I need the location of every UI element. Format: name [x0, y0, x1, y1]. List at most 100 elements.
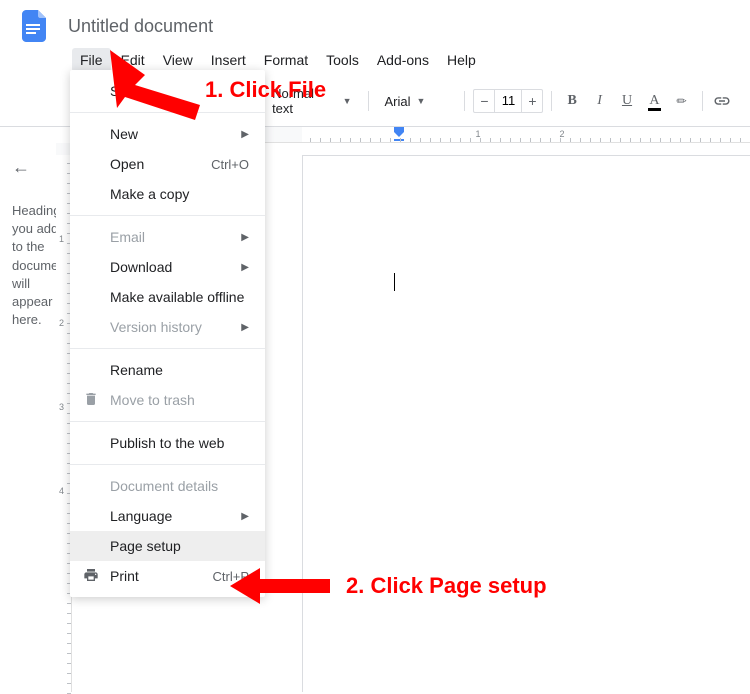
menu-divider	[70, 215, 265, 216]
toolbar-separator	[368, 91, 369, 111]
document-page[interactable]	[302, 155, 750, 692]
file-menu-make-a-copy[interactable]: Make a copy	[70, 179, 265, 209]
file-menu-make-available-offline[interactable]: Make available offline	[70, 282, 265, 312]
ruler-tick	[710, 138, 711, 142]
menu-item-label: Open	[110, 156, 144, 172]
docs-logo-icon[interactable]	[16, 8, 52, 44]
ruler-tick	[660, 138, 661, 142]
ruler-tick	[67, 633, 71, 634]
file-menu-document-details: Document details	[70, 471, 265, 501]
file-menu-rename[interactable]: Rename	[70, 355, 265, 385]
font-size-increase[interactable]: +	[522, 90, 542, 112]
menu-divider	[70, 348, 265, 349]
ruler-tick	[67, 603, 71, 604]
ruler-tick	[640, 138, 641, 142]
toolbar-separator	[551, 91, 552, 111]
font-size-stepper: − 11 +	[473, 89, 543, 113]
ruler-tick	[450, 138, 451, 142]
font-size-value[interactable]: 11	[494, 90, 522, 112]
ruler-tick	[570, 138, 571, 142]
print-icon	[82, 567, 100, 586]
annotation-text: 1. Click File	[205, 77, 326, 103]
ruler-tick	[67, 663, 71, 664]
ruler-mark: 1	[59, 234, 64, 244]
ruler-tick	[610, 138, 611, 142]
annotation-step-2: 2. Click Page setup	[230, 566, 547, 606]
file-menu-download[interactable]: Download▶	[70, 252, 265, 282]
file-menu-language[interactable]: Language ▶	[70, 501, 265, 531]
ruler-mark: 2	[59, 318, 64, 328]
ruler-tick	[340, 138, 341, 142]
ruler-tick	[320, 138, 321, 142]
trash-icon	[82, 391, 100, 410]
ruler-tick	[490, 138, 491, 142]
ruler-tick	[420, 138, 421, 142]
text-color-button[interactable]: A	[643, 89, 666, 113]
annotation-text: 2. Click Page setup	[346, 573, 547, 599]
highlight-icon: ✎	[673, 92, 691, 110]
submenu-arrow-icon: ▶	[241, 511, 249, 522]
menu-divider	[70, 421, 265, 422]
font-dropdown[interactable]: Arial ▼	[376, 90, 456, 113]
ruler-tick	[330, 138, 331, 142]
arrow-icon	[95, 50, 205, 130]
ruler-tick	[690, 138, 691, 142]
caret-down-icon: ▼	[343, 96, 352, 106]
header: Untitled document	[0, 0, 750, 44]
indent-marker-icon[interactable]	[394, 127, 404, 143]
ruler-tick	[410, 138, 411, 142]
ruler-tick	[560, 138, 561, 142]
document-title[interactable]: Untitled document	[68, 16, 213, 37]
ruler-tick	[650, 138, 651, 142]
italic-button[interactable]: I	[588, 89, 611, 113]
underline-button[interactable]: U	[615, 89, 638, 113]
file-menu-move-to-trash: Move to trash	[70, 385, 265, 415]
font-label: Arial	[384, 94, 410, 109]
ruler-tick	[400, 138, 401, 142]
ruler-tick	[670, 138, 671, 142]
bold-button[interactable]: B	[560, 89, 583, 113]
menu-item-label: Move to trash	[110, 392, 195, 408]
font-size-decrease[interactable]: −	[474, 90, 494, 112]
ruler-tick	[720, 138, 721, 142]
file-menu-page-setup[interactable]: Page setup	[70, 531, 265, 561]
ruler-tick	[67, 653, 71, 654]
ruler-tick	[67, 683, 71, 684]
menu-item-label: Version history	[110, 319, 202, 335]
back-arrow-icon[interactable]: ←	[12, 157, 59, 178]
outline-placeholder: Headings you add to the document will ap…	[12, 202, 59, 329]
file-menu-email: Email▶	[70, 222, 265, 252]
ruler-tick	[520, 138, 521, 142]
file-dropdown-menu: ShareNew▶OpenCtrl+OMake a copyEmail▶Down…	[70, 70, 265, 597]
insert-link-button[interactable]	[711, 89, 734, 113]
text-cursor	[394, 273, 395, 291]
menu-item-label: Make available offline	[110, 289, 244, 305]
ruler-tick	[67, 673, 71, 674]
ruler-tick	[310, 138, 311, 142]
submenu-arrow-icon: ▶	[241, 232, 249, 243]
ruler-tick	[620, 138, 621, 142]
highlight-button[interactable]: ✎	[670, 89, 693, 113]
toolbar-separator	[464, 91, 465, 111]
ruler-tick	[430, 138, 431, 142]
submenu-arrow-icon: ▶	[241, 322, 249, 333]
ruler-tick	[600, 138, 601, 142]
menu-help[interactable]: Help	[439, 48, 484, 72]
ruler-tick	[460, 138, 461, 142]
file-menu-version-history: Version history ▶	[70, 312, 265, 342]
file-menu-publish-to-the-web[interactable]: Publish to the web	[70, 428, 265, 458]
ruler-tick	[67, 623, 71, 624]
file-menu-open[interactable]: Open Ctrl+O	[70, 149, 265, 179]
menu-shortcut: Ctrl+O	[211, 157, 249, 172]
ruler-tick	[440, 138, 441, 142]
submenu-arrow-icon: ▶	[241, 262, 249, 273]
ruler-tick	[540, 138, 541, 142]
menu-item-label: Publish to the web	[110, 435, 224, 451]
ruler-tick	[550, 138, 551, 142]
ruler-tick	[740, 138, 741, 142]
submenu-arrow-icon: ▶	[241, 129, 249, 140]
ruler-tick	[680, 138, 681, 142]
ruler-mark: 4	[59, 486, 64, 496]
menu-addons[interactable]: Add-ons	[369, 48, 437, 72]
menu-item-label: Language	[110, 508, 172, 524]
